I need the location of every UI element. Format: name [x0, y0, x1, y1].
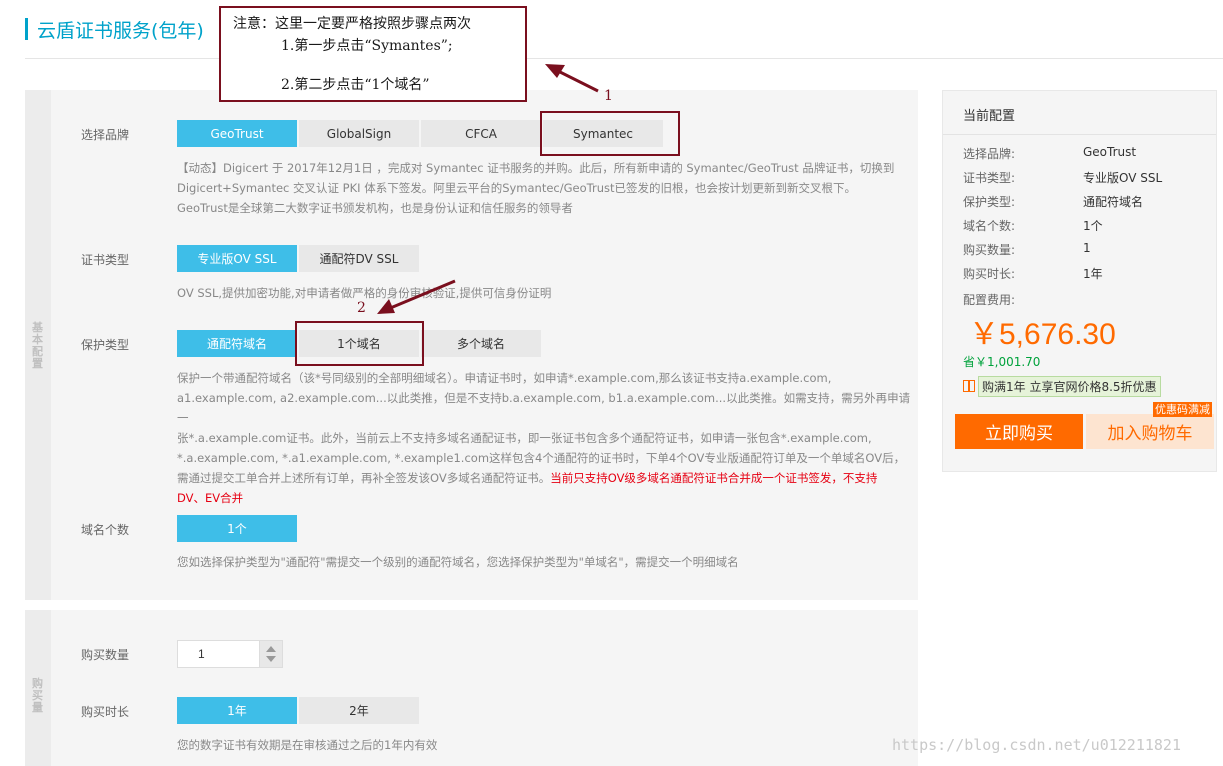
- brand-option-geotrust[interactable]: GeoTrust: [177, 120, 297, 147]
- price-amount: ￥5,676.30: [969, 318, 1116, 351]
- duration-options: 1年 2年: [177, 697, 421, 724]
- protect-desc-line: *.a.example.com, *.a1.example.com, *.exa…: [177, 451, 906, 465]
- duration-option-2y[interactable]: 2年: [299, 697, 419, 724]
- note-line: 2.第二步点击“1个域名”: [281, 77, 430, 93]
- quantity-stepper: [177, 640, 283, 668]
- quantity-spinner: [260, 640, 283, 668]
- brand-label: 选择品牌: [81, 128, 130, 142]
- fee-label: 配置费用:: [963, 293, 1016, 307]
- cert-type-description: OV SSL,提供加密功能,对申请者做严格的身份审核验证,提供可信身份证明: [177, 286, 552, 300]
- summary-value: 专业版OV SSL: [1083, 171, 1163, 185]
- protect-desc-line: 需通过提交工单合并上述所有订单，再补全签发该OV多域名通配符证书。当前只支持OV…: [177, 468, 911, 488]
- promo-text: 购满1年 立享官网价格8.5折优惠: [978, 375, 1161, 397]
- cert-type-option-ov[interactable]: 专业版OV SSL: [177, 245, 297, 272]
- spinner-up-icon[interactable]: [266, 646, 276, 652]
- summary-value: GeoTrust: [1083, 145, 1137, 159]
- summary-label: 域名个数:: [963, 219, 1016, 233]
- section-label-buy: 购买量: [32, 677, 43, 714]
- protect-type-option-multi[interactable]: 多个域名: [421, 330, 541, 357]
- quantity-label: 购买数量: [81, 648, 130, 662]
- summary-value: 通配符域名: [1083, 195, 1144, 209]
- promo-badge: 购满1年 立享官网价格8.5折优惠: [963, 375, 1161, 397]
- cert-type-label: 证书类型: [81, 253, 130, 267]
- duration-label: 购买时长: [81, 705, 130, 719]
- protect-type-label: 保护类型: [81, 338, 130, 352]
- summary-divider: [943, 134, 1216, 135]
- title-accent-bar: [25, 18, 28, 40]
- protect-desc-warning: 当前只支持OV级多域名通配符证书合并成一个证书签发，不支持: [550, 471, 878, 485]
- brand-option-cfca[interactable]: CFCA: [421, 120, 541, 147]
- summary-value: 1个: [1083, 219, 1103, 233]
- brand-desc-line: 【动态】Digicert 于 2017年12月1日 ，完成对 Symantec …: [177, 161, 895, 175]
- page-header: 云盾证书服务(包年): [25, 14, 204, 44]
- highlight-box-symantec: [540, 111, 680, 156]
- gift-icon: [963, 380, 975, 392]
- summary-value: 1: [1083, 241, 1091, 255]
- summary-label: 选择品牌:: [963, 147, 1016, 161]
- summary-label: 保护类型:: [963, 195, 1016, 209]
- watermark: https://blog.csdn.net/u012211821: [892, 736, 1181, 754]
- order-summary-panel: 当前配置 选择品牌: GeoTrust 证书类型: 专业版OV SSL 保护类型…: [942, 90, 1217, 472]
- summary-label: 购买时长:: [963, 267, 1016, 281]
- summary-label: 证书类型:: [963, 171, 1016, 185]
- domain-count-label: 域名个数: [81, 523, 130, 537]
- saving-amount: 省￥1,001.70: [963, 355, 1041, 369]
- protect-desc-warning: DV、EV合并: [177, 491, 244, 505]
- domain-count-options: 1个: [177, 515, 299, 542]
- add-to-cart-button[interactable]: 加入购物车: [1086, 414, 1214, 449]
- instruction-note: 注意：这里一定要严格按照步骤点两次 1.第一步点击“Symantes”; 2.第…: [219, 6, 527, 102]
- domain-count-description: 您如选择保护类型为"通配符"需提交一个级别的通配符域名，您选择保护类型为"单域名…: [177, 555, 739, 569]
- brand-description: 【动态】Digicert 于 2017年12月1日 ，完成对 Symantec …: [177, 158, 911, 218]
- cert-type-option-dv[interactable]: 通配符DV SSL: [299, 245, 419, 272]
- step-marker-2: 2: [357, 300, 366, 316]
- protect-desc-text: 需通过提交工单合并上述所有订单，再补全签发该OV多域名通配符证书。: [177, 471, 551, 485]
- protect-type-option-wildcard[interactable]: 通配符域名: [177, 330, 297, 357]
- spinner-down-icon[interactable]: [266, 656, 276, 662]
- highlight-box-single-domain: [295, 321, 424, 366]
- section-label-basic: 基本配置: [32, 321, 43, 370]
- quantity-input[interactable]: [177, 640, 260, 668]
- protect-desc-line: 保护一个带通配符域名（该*号同级别的全部明细域名）。申请证书时，如申请*.exa…: [177, 371, 832, 385]
- summary-label: 购买数量:: [963, 243, 1016, 257]
- buy-now-button[interactable]: 立即购买: [955, 414, 1083, 449]
- brand-desc-line: GeoTrust是全球第二大数字证书颁发机构，也是身份认证和信任服务的领导者: [177, 201, 573, 215]
- note-line: 注意：这里一定要严格按照步骤点两次: [233, 16, 471, 32]
- brand-desc-line: Digicert+Symantec 交叉认证 PKI 体系下签发。阿里云平台的S…: [177, 181, 856, 195]
- duration-option-1y[interactable]: 1年: [177, 697, 297, 724]
- header-divider: [25, 58, 1223, 59]
- domain-count-option-1[interactable]: 1个: [177, 515, 297, 542]
- cert-type-options: 专业版OV SSL 通配符DV SSL: [177, 245, 421, 272]
- duration-description: 您的数字证书有效期是在审核通过之后的1年内有效: [177, 738, 438, 752]
- protect-type-description: 保护一个带通配符域名（该*号同级别的全部明细域名）。申请证书时，如申请*.exa…: [177, 368, 911, 508]
- summary-title: 当前配置: [963, 109, 1016, 124]
- protect-desc-line: 张*.a.example.com证书。此外，当前云上不支持多域名通配证书，即一张…: [177, 431, 872, 445]
- arrow-icon: [545, 64, 599, 93]
- note-line: 1.第一步点击“Symantes”;: [281, 38, 453, 54]
- protect-desc-line: a1.example.com, a2.example.com...以此类推，但是…: [177, 391, 911, 425]
- coupon-tag: 优惠码满减: [1153, 402, 1212, 417]
- brand-option-globalsign[interactable]: GlobalSign: [299, 120, 419, 147]
- page-title: 云盾证书服务(包年): [37, 19, 204, 42]
- summary-value: 1年: [1083, 267, 1103, 281]
- step-marker-1: 1: [604, 88, 613, 104]
